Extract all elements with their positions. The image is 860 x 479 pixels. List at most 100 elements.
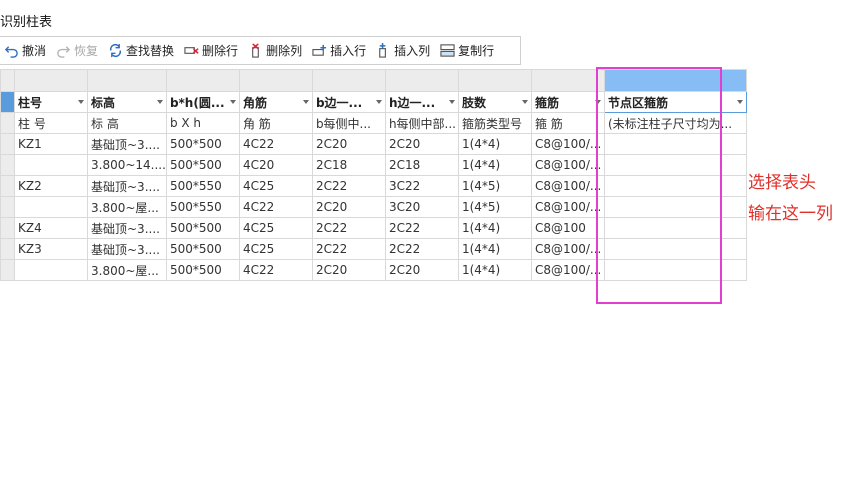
table-cell[interactable]: 基础顶~3.... [87, 217, 167, 239]
table-cell[interactable]: 4C22 [238, 259, 313, 281]
table-cell[interactable]: 基础顶~3.... [87, 133, 167, 155]
table-cell[interactable]: 1(4*4) [457, 133, 532, 155]
table-cell[interactable]: 4C25 [238, 175, 313, 197]
row-header-cell[interactable] [0, 154, 15, 176]
table-cell[interactable]: C8@100/... [530, 154, 605, 176]
table-cell[interactable]: 角 筋 [238, 112, 313, 134]
dropdown-arrow-icon[interactable] [736, 100, 743, 104]
table-cell[interactable]: 1(4*4) [457, 217, 532, 239]
row-header-cell[interactable] [0, 175, 15, 197]
table-cell[interactable] [603, 175, 747, 197]
copy-row-button[interactable]: 复制行 [436, 38, 498, 63]
dropdown-arrow-icon[interactable] [594, 100, 601, 104]
table-cell[interactable]: 3C22 [384, 175, 459, 197]
table-cell[interactable]: 500*500 [165, 259, 240, 281]
column-header-7[interactable]: 箍筋 [530, 91, 605, 113]
dropdown-arrow-icon[interactable] [448, 100, 455, 104]
table-cell[interactable] [603, 238, 747, 260]
table-cell[interactable] [603, 196, 747, 218]
table-cell[interactable]: 2C22 [311, 217, 386, 239]
table-cell[interactable] [603, 259, 747, 281]
table-cell[interactable]: KZ1 [14, 133, 88, 155]
dropdown-arrow-icon[interactable] [302, 100, 309, 104]
table-cell[interactable]: 4C20 [238, 154, 313, 176]
table-cell[interactable]: 箍筋类型号 [457, 112, 532, 134]
table-cell[interactable]: 1(4*5) [457, 175, 532, 197]
table-cell[interactable]: (未标注柱子尺寸均为... [603, 112, 747, 134]
table-cell[interactable]: 3.800~屋... [87, 259, 167, 281]
column-header-3[interactable]: 角筋 [238, 91, 313, 113]
table-cell[interactable]: 2C22 [384, 238, 459, 260]
table-cell[interactable]: 3C20 [384, 196, 459, 218]
table-cell[interactable]: C8@100/... [530, 238, 605, 260]
table-cell[interactable]: 500*550 [165, 175, 240, 197]
row-header-cell[interactable] [0, 196, 15, 218]
table-cell[interactable]: h每侧中部... [384, 112, 459, 134]
table-cell[interactable]: 2C20 [311, 259, 386, 281]
dropdown-arrow-icon[interactable] [229, 100, 236, 104]
row-header-cell[interactable] [0, 217, 15, 239]
dropdown-arrow-icon[interactable] [521, 100, 528, 104]
table-cell[interactable]: 2C22 [311, 175, 386, 197]
table-cell[interactable]: 1(4*4) [457, 238, 532, 260]
insert-row-button[interactable]: 插入行 [308, 38, 370, 63]
table-cell[interactable]: 基础顶~3.... [87, 175, 167, 197]
table-cell[interactable]: 2C22 [384, 217, 459, 239]
table-cell[interactable] [603, 154, 747, 176]
table-cell[interactable]: 1(4*5) [457, 196, 532, 218]
table-cell[interactable] [14, 196, 88, 218]
table-cell[interactable]: 1(4*4) [457, 259, 532, 281]
table-cell[interactable] [14, 259, 88, 281]
find-replace-button[interactable]: 查找替换 [104, 38, 178, 63]
row-header-cell[interactable] [0, 112, 15, 134]
table-cell[interactable]: 4C22 [238, 196, 313, 218]
table-cell[interactable]: KZ3 [14, 238, 88, 260]
table-cell[interactable]: 2C20 [311, 196, 386, 218]
table-cell[interactable]: C8@100/... [530, 259, 605, 281]
table-cell[interactable]: 2C18 [311, 154, 386, 176]
table-cell[interactable]: C8@100/... [530, 175, 605, 197]
table-cell[interactable]: C8@100/... [530, 133, 605, 155]
row-header-cell[interactable] [0, 238, 15, 260]
column-header-4[interactable]: b边一... [311, 91, 386, 113]
table-cell[interactable]: 500*500 [165, 154, 240, 176]
dropdown-arrow-icon[interactable] [375, 100, 382, 104]
table-cell[interactable] [14, 154, 88, 176]
table-cell[interactable]: 2C20 [384, 259, 459, 281]
table-cell[interactable]: 500*500 [165, 133, 240, 155]
delete-row-button[interactable]: 删除行 [180, 38, 242, 63]
table-cell[interactable]: 箍 筋 [530, 112, 605, 134]
dropdown-arrow-icon[interactable] [156, 100, 163, 104]
column-header-0[interactable]: 柱号 [14, 91, 88, 113]
delete-column-button[interactable]: 删除列 [244, 38, 306, 63]
table-cell[interactable]: 4C25 [238, 238, 313, 260]
table-cell[interactable]: KZ2 [14, 175, 88, 197]
undo-button[interactable]: 撤消 [0, 38, 50, 63]
table-cell[interactable]: 2C20 [311, 133, 386, 155]
group-cell-selected[interactable] [603, 69, 747, 92]
redo-button[interactable]: 恢复 [52, 38, 102, 63]
table-cell[interactable]: 4C22 [238, 133, 313, 155]
table-cell[interactable] [603, 217, 747, 239]
table-cell[interactable]: KZ4 [14, 217, 88, 239]
table-cell[interactable]: 2C22 [311, 238, 386, 260]
table-cell[interactable]: b每侧中... [311, 112, 386, 134]
column-header-8[interactable]: 节点区箍筋 [603, 91, 747, 113]
row-header-cell[interactable] [0, 133, 15, 155]
table-cell[interactable]: 3.800~14.... [87, 154, 167, 176]
table-cell[interactable]: 500*500 [165, 238, 240, 260]
column-header-2[interactable]: b*h(圆... [165, 91, 240, 113]
table-cell[interactable]: 标 高 [87, 112, 167, 134]
column-header-1[interactable]: 标高 [87, 91, 167, 113]
insert-column-button[interactable]: 插入列 [372, 38, 434, 63]
table-cell[interactable]: b X h [165, 112, 240, 134]
table-cell[interactable]: C8@100/... [530, 196, 605, 218]
table-cell[interactable]: 2C20 [384, 133, 459, 155]
column-header-6[interactable]: 肢数 [457, 91, 532, 113]
dropdown-arrow-icon[interactable] [78, 100, 84, 104]
table-cell[interactable]: 柱 号 [14, 112, 88, 134]
table-cell[interactable]: 2C18 [384, 154, 459, 176]
table-cell[interactable]: 3.800~屋... [87, 196, 167, 218]
table-cell[interactable]: 4C25 [238, 217, 313, 239]
row-header-cell[interactable] [0, 259, 15, 281]
